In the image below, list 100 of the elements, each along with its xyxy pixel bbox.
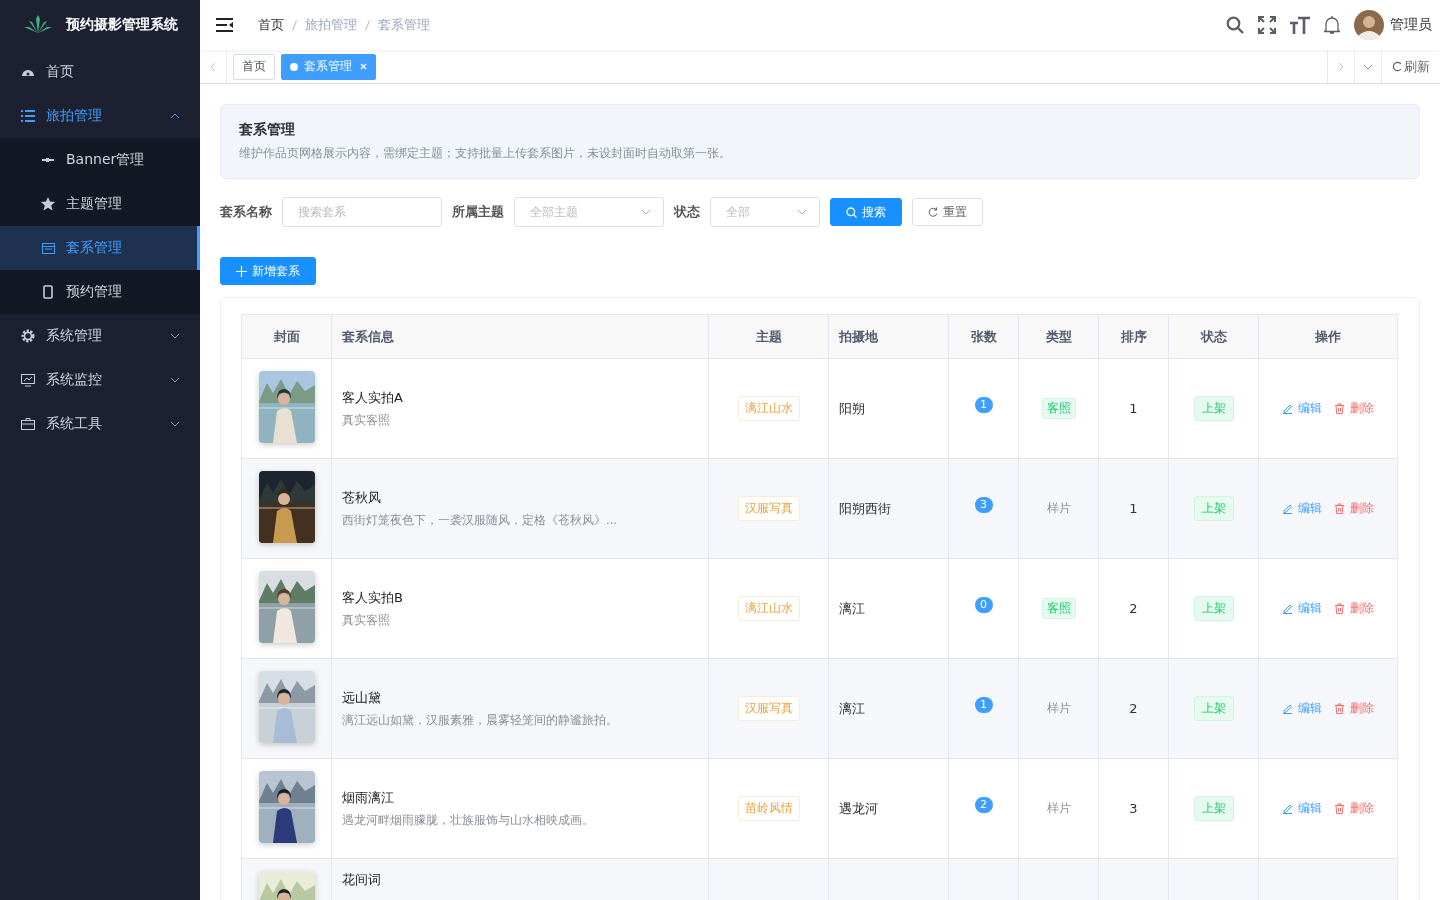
- submenu-item[interactable]: 主题管理: [0, 182, 200, 226]
- type-text: 样片: [1046, 701, 1071, 715]
- chevron-icon: [170, 333, 180, 339]
- sort-number: 2: [1129, 601, 1138, 616]
- page-tab[interactable]: 首页: [233, 53, 275, 80]
- status-tag: 上架: [1193, 796, 1234, 821]
- count-badge: 1: [974, 396, 993, 413]
- trash-icon: [1334, 603, 1345, 614]
- star-icon: [41, 197, 55, 211]
- menu-item[interactable]: 系统工具: [0, 402, 200, 446]
- location-text: 漓江: [839, 700, 865, 716]
- list-icon: [21, 110, 35, 122]
- theme-tag: 汉服写真: [737, 496, 800, 521]
- type-tag: 客照: [1041, 398, 1076, 419]
- plus-icon: [236, 265, 247, 277]
- type-text: 样片: [1046, 801, 1071, 815]
- column-header: 状态: [1168, 314, 1259, 359]
- bell-icon[interactable]: [1324, 16, 1340, 34]
- menu-item[interactable]: 系统监控: [0, 358, 200, 402]
- fullscreen-icon[interactable]: [1258, 16, 1276, 34]
- delete-link[interactable]: 删除: [1334, 800, 1374, 817]
- delete-link[interactable]: 删除: [1334, 700, 1374, 717]
- phone-icon: [43, 285, 53, 299]
- delete-link[interactable]: 删除: [1334, 500, 1374, 517]
- trash-icon: [1334, 403, 1345, 414]
- dot-icon: [290, 62, 298, 71]
- select-field[interactable]: 全部主题: [530, 203, 578, 221]
- user-name[interactable]: 管理员: [1390, 16, 1432, 34]
- panel-title: 套系管理: [239, 121, 296, 139]
- pencil-icon: [1282, 703, 1293, 714]
- edit-link[interactable]: 编辑: [1282, 700, 1322, 717]
- pencil-icon: [1282, 403, 1293, 414]
- type-tag: 客照: [1041, 598, 1076, 619]
- page-tab[interactable]: 套系管理: [281, 53, 376, 80]
- app-title: 预约摄影管理系统: [66, 16, 178, 34]
- column-header: 拍摄地: [828, 314, 949, 359]
- close-icon[interactable]: [360, 63, 367, 70]
- suite-title: 客人实拍B: [342, 589, 404, 607]
- trash-icon: [1334, 803, 1345, 814]
- calendar-icon: [41, 242, 55, 254]
- column-header: 张数: [948, 314, 1019, 359]
- chevron-down-icon[interactable]: [1363, 63, 1373, 70]
- suite-description: 西街灯笼夜色下，一袭汉服随风，定格《苍秋风》...: [342, 513, 618, 528]
- refresh-button[interactable]: 刷新: [1381, 50, 1440, 83]
- sort-number: 1: [1129, 401, 1138, 416]
- menu-item[interactable]: 旅拍管理: [0, 94, 200, 138]
- select-field[interactable]: 全部: [726, 203, 750, 221]
- suite-title: 花间词: [342, 871, 382, 889]
- status-tag: 上架: [1193, 496, 1234, 521]
- type-text: 样片: [1046, 501, 1071, 515]
- column-header: 操作: [1258, 314, 1398, 359]
- edit-link[interactable]: 编辑: [1282, 600, 1322, 617]
- menu-item[interactable]: 系统管理: [0, 314, 200, 358]
- count-badge: 1: [974, 696, 993, 713]
- theme-tag: 苗岭风情: [737, 796, 800, 821]
- menu-icon[interactable]: [216, 18, 234, 32]
- breadcrumb-item[interactable]: 首页: [258, 16, 284, 34]
- column-header: 类型: [1018, 314, 1099, 359]
- theme-tag: 漓江山水: [737, 596, 800, 621]
- refresh-icon: [928, 207, 938, 217]
- monitor-icon: [21, 373, 35, 387]
- search-button[interactable]: 搜索: [830, 198, 902, 226]
- location-text: 遇龙河: [839, 800, 878, 816]
- sort-number: 2: [1129, 701, 1138, 716]
- panel-description: 维护作品页网格展示内容，需绑定主题；支持批量上传套系图片，未设封面时自动取第一张。: [239, 145, 732, 162]
- avatar-icon[interactable]: [1354, 10, 1384, 40]
- font-size-icon[interactable]: [1290, 16, 1310, 34]
- refresh-icon: [1392, 61, 1402, 72]
- search-icon: [846, 206, 857, 218]
- pencil-icon: [1282, 803, 1293, 814]
- delete-link[interactable]: 删除: [1334, 400, 1374, 417]
- column-header: 套系信息: [331, 314, 709, 359]
- chevron-icon: [170, 113, 180, 119]
- breadcrumb-item: 套系管理: [378, 16, 430, 34]
- count-badge: 3: [974, 496, 993, 513]
- reset-button[interactable]: 重置: [912, 198, 983, 226]
- breadcrumb-item[interactable]: 旅拍管理: [305, 16, 357, 34]
- edit-link[interactable]: 编辑: [1282, 500, 1322, 517]
- delete-link[interactable]: 删除: [1334, 600, 1374, 617]
- filter-label: 套系名称: [220, 203, 272, 221]
- theme-tag: 汉服写真: [737, 696, 800, 721]
- add-button[interactable]: 新增套系: [220, 257, 316, 285]
- count-badge: 0: [974, 596, 993, 613]
- suite-description: 真实客照: [342, 413, 391, 428]
- filter-label: 状态: [674, 203, 700, 221]
- suite-title: 客人实拍A: [342, 389, 404, 407]
- suite-title: 远山黛: [342, 689, 382, 707]
- menu-item[interactable]: 首页: [0, 50, 200, 94]
- submenu-item[interactable]: 套系管理: [0, 226, 200, 270]
- submenu-item[interactable]: Banner管理: [0, 138, 200, 182]
- search-field[interactable]: 搜索套系: [282, 197, 442, 227]
- status-tag: 上架: [1193, 596, 1234, 621]
- submenu-item[interactable]: 预约管理: [0, 270, 200, 314]
- search-icon[interactable]: [1226, 16, 1244, 34]
- logo-icon: [24, 15, 52, 35]
- trash-icon: [1334, 703, 1345, 714]
- edit-link[interactable]: 编辑: [1282, 800, 1322, 817]
- chevron-icon: [170, 377, 180, 383]
- edit-link[interactable]: 编辑: [1282, 400, 1322, 417]
- toolbox-icon: [21, 418, 35, 430]
